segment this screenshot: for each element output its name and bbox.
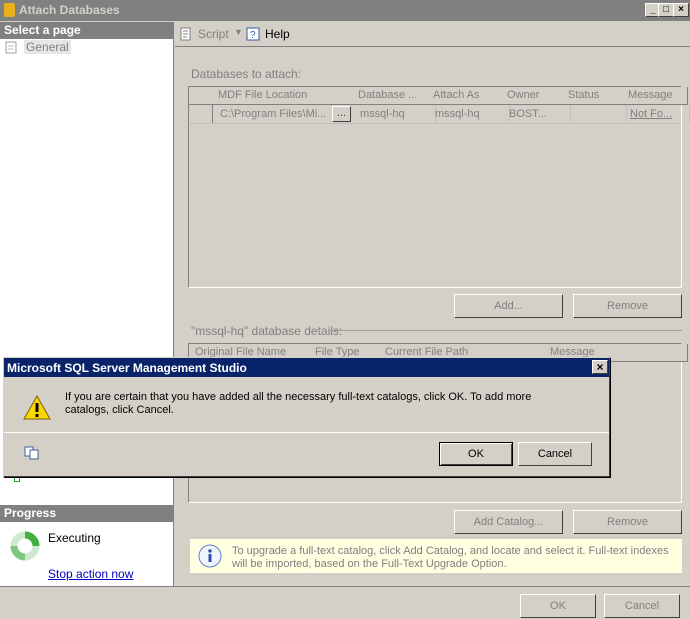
cell-attach-as[interactable]: mssql-hq xyxy=(427,105,510,123)
close-button[interactable]: × xyxy=(673,3,689,17)
cell-status xyxy=(562,105,627,123)
toolbar-divider xyxy=(175,46,690,47)
dialog-title: Microsoft SQL Server Management Studio xyxy=(7,361,247,375)
add-button[interactable]: Add... xyxy=(454,294,563,318)
info-text: To upgrade a full-text catalog, click Ad… xyxy=(232,545,669,570)
cell-owner: BOST... xyxy=(501,105,571,123)
help-icon: ? xyxy=(246,27,260,41)
script-icon xyxy=(180,27,191,41)
databases-to-attach-label: Databases to attach: xyxy=(191,67,302,81)
left-pane: Select a page General Progress Executing… xyxy=(0,22,174,586)
details-divider xyxy=(330,330,682,331)
col-mdf-location[interactable]: MDF File Location xyxy=(212,87,359,105)
progress-header: Progress xyxy=(0,505,173,522)
dialog-ok-button[interactable]: OK xyxy=(439,442,513,466)
col-message[interactable]: Message xyxy=(622,87,688,105)
remove-button[interactable]: Remove xyxy=(573,294,682,318)
col-status[interactable]: Status xyxy=(562,87,629,105)
dialog-divider xyxy=(4,432,609,433)
browse-button[interactable]: ... xyxy=(332,106,351,122)
cell-mdf-location: C:\Program Files\Mi... xyxy=(212,105,341,123)
cell-database: mssql-hq xyxy=(352,105,436,123)
ok-button[interactable]: OK xyxy=(520,594,596,618)
maximize-button[interactable]: □ xyxy=(658,3,674,17)
footer-divider xyxy=(0,586,690,587)
cancel-button[interactable]: Cancel xyxy=(604,594,680,618)
progress-status: Executing xyxy=(48,531,101,545)
stop-action-link[interactable]: Stop action now xyxy=(48,567,133,581)
attach-grid[interactable]: MDF File Location Database ... Attach As… xyxy=(188,86,690,288)
page-label-general: General xyxy=(24,40,71,54)
chevron-down-icon: ▼ xyxy=(234,27,243,37)
copy-icon[interactable] xyxy=(24,446,40,460)
warning-icon xyxy=(23,394,51,420)
dialog-close-button[interactable]: × xyxy=(592,360,608,374)
progress-spinner-icon xyxy=(10,531,40,561)
database-details-label: "mssql-hq" database details: xyxy=(191,324,343,338)
select-page-header: Select a page xyxy=(0,22,173,39)
dialog-cancel-button[interactable]: Cancel xyxy=(518,442,592,466)
page-item-general[interactable]: General xyxy=(0,39,173,56)
info-icon xyxy=(198,544,222,568)
row-selector[interactable] xyxy=(189,105,213,123)
remove-catalog-button[interactable]: Remove xyxy=(573,510,682,534)
col-owner[interactable]: Owner xyxy=(501,87,569,105)
info-bar: To upgrade a full-text catalog, click Ad… xyxy=(190,539,682,573)
help-label: Help xyxy=(265,27,290,41)
col-database[interactable]: Database ... xyxy=(352,87,434,105)
help-button[interactable]: ? Help xyxy=(245,25,295,43)
database-icon xyxy=(4,3,15,17)
add-catalog-button[interactable]: Add Catalog... xyxy=(454,510,563,534)
cell-message-link[interactable]: Not Fo... xyxy=(622,105,690,123)
window-title: Attach Databases xyxy=(19,3,120,17)
svg-text:?: ? xyxy=(250,30,256,41)
page-icon xyxy=(5,41,17,54)
script-label: Script xyxy=(198,27,229,41)
message-dialog: Microsoft SQL Server Management Studio ×… xyxy=(3,357,610,477)
table-row[interactable]: C:\Program Files\Mi... ... mssql-hq mssq… xyxy=(189,105,690,124)
col-attach-as[interactable]: Attach As xyxy=(427,87,508,105)
grid-corner xyxy=(189,87,213,105)
dialog-titlebar: Microsoft SQL Server Management Studio × xyxy=(4,358,609,377)
window-titlebar: Attach Databases _ □ × xyxy=(0,0,690,21)
dialog-message: If you are certain that you have added a… xyxy=(65,391,532,416)
